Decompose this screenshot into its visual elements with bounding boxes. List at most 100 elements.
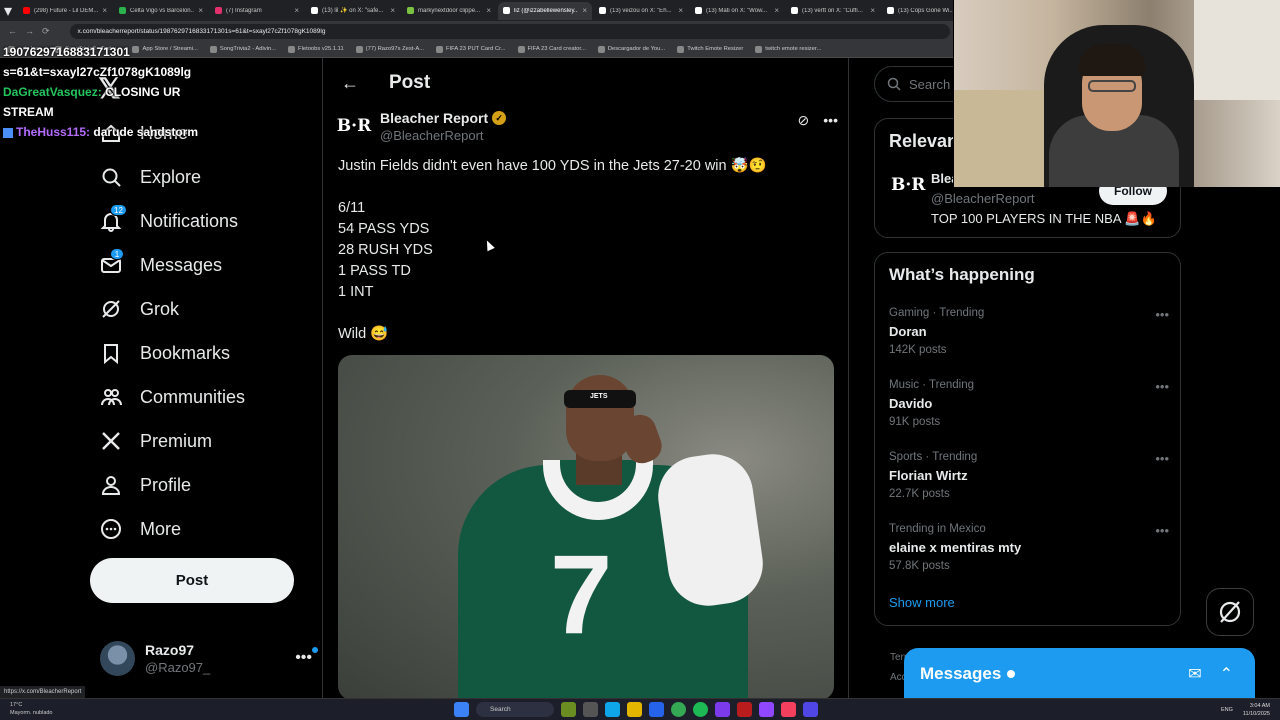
post-image[interactable]: JETS 7 xyxy=(338,355,834,698)
obs-icon[interactable] xyxy=(803,702,818,717)
trend-item[interactable]: Trending in Mexico elaine x mentiras mty 5… xyxy=(889,523,1169,572)
author-name-row[interactable]: Bleacher Report ✓ xyxy=(380,110,507,126)
url-input[interactable]: x.com/bleacherreport/status/198762971683… xyxy=(69,23,950,39)
tab-close-icon[interactable]: × xyxy=(294,6,299,15)
bookmark-item[interactable]: Descargador de You... xyxy=(597,45,665,53)
store-icon[interactable] xyxy=(649,702,664,717)
nav-item-communities[interactable]: Communities xyxy=(100,379,245,415)
edge-icon[interactable] xyxy=(605,702,620,717)
tab-close-icon[interactable]: × xyxy=(198,6,203,15)
nav-item-explore[interactable]: Explore xyxy=(100,159,201,195)
bookmark-item[interactable]: Fletoobs v25.1.11 xyxy=(288,45,344,53)
nav-item-bookmarks[interactable]: Bookmarks xyxy=(100,335,230,371)
expand-drawer-icon[interactable]: ⌃ xyxy=(1220,664,1233,684)
bookmark-item[interactable]: Twitch Emote Resizer xyxy=(677,45,743,53)
tab-close-icon[interactable]: × xyxy=(390,6,395,15)
post-button[interactable]: Post xyxy=(90,558,294,603)
browser-tab[interactable]: (13) veizou on X: "Eh... × xyxy=(594,2,688,20)
spotify-icon[interactable] xyxy=(693,702,708,717)
browser-tab[interactable]: (13) vertt on X: "Cuffi... × xyxy=(786,2,880,20)
language-indicator[interactable]: ENG xyxy=(1221,706,1233,714)
webcam-hair xyxy=(1078,44,1146,76)
trend-item[interactable]: Sports · Trending Florian Wirtz 22.7K post… xyxy=(889,451,1169,500)
tab-close-icon[interactable]: × xyxy=(678,6,683,15)
author-avatar[interactable]: B·R xyxy=(337,110,371,142)
account-name: Razo97 xyxy=(145,641,195,658)
bookmark-item[interactable]: FIFA 23 PUT Card Cr... xyxy=(436,45,506,53)
bookmark-favicon-icon xyxy=(355,45,363,53)
bookmark-item[interactable]: twitch emote resizer... xyxy=(755,45,821,53)
system-tray[interactable]: ENG 3:04 AM 11/10/2025 xyxy=(1221,702,1270,718)
browser-tab[interactable]: (13) Mati on X: "Wow... × xyxy=(690,2,784,20)
tab-list-menu[interactable]: ▾ xyxy=(4,1,12,21)
tab-close-icon[interactable]: × xyxy=(870,6,875,15)
tab-favicon-icon xyxy=(695,7,703,14)
weather-widget[interactable]: 17°C Mayorm. nublado xyxy=(10,701,53,717)
browser-tab[interactable]: Celta Vigo vs Barcelon... × xyxy=(114,2,208,20)
bookmark-label: FIFA 23 PUT Card Cr... xyxy=(446,46,506,52)
show-more-link[interactable]: Show more xyxy=(889,595,955,610)
post-text-line xyxy=(338,177,838,198)
twitch-icon[interactable] xyxy=(759,702,774,717)
chrome-icon[interactable] xyxy=(671,702,686,717)
nav-item-premium[interactable]: Premium xyxy=(100,423,212,459)
messages-drawer[interactable]: Messages ✉ ⌃ xyxy=(904,648,1255,700)
tab-close-icon[interactable]: × xyxy=(582,6,587,15)
tab-label: (13) veizou on X: "Eh... xyxy=(610,7,672,14)
trend-more-icon[interactable]: ••• xyxy=(1155,523,1169,538)
post-more-icon[interactable]: ••• xyxy=(823,112,838,143)
nav-item-grok[interactable]: Grok xyxy=(100,291,179,327)
trend-more-icon[interactable]: ••• xyxy=(1155,451,1169,466)
browser-tab[interactable]: markynextdoor clippe... × xyxy=(402,2,496,20)
trend-item[interactable]: Gaming · Trending Doran 142K posts ••• xyxy=(889,307,1169,356)
browser-tab[interactable]: (298) Future - Lil DEM... × xyxy=(18,2,112,20)
headband-shape: JETS xyxy=(564,390,636,408)
post-text-line: 6/11 xyxy=(338,200,366,216)
trend-post-count: 142K posts xyxy=(889,344,947,356)
grok-explain-icon[interactable]: ⊘ xyxy=(798,112,810,143)
browser-tab[interactable]: liz (@izzabellewensley... × xyxy=(498,1,593,20)
bookmark-item[interactable]: FIFA 23 Card creator... xyxy=(517,45,586,53)
tab-close-icon[interactable]: × xyxy=(486,6,491,15)
trend-item[interactable]: Music · Trending Davido 91K posts ••• xyxy=(889,379,1169,428)
new-message-icon[interactable]: ✉ xyxy=(1188,664,1201,684)
tab-label: (298) Future - Lil DEM... xyxy=(34,7,99,14)
author-handle[interactable]: @BleacherReport xyxy=(380,128,506,143)
discord-icon[interactable] xyxy=(715,702,730,717)
app-icon[interactable] xyxy=(737,702,752,717)
chat-message: DaGreatVasquez: CLOSING UR STREAM xyxy=(3,82,203,122)
trend-more-icon[interactable]: ••• xyxy=(1155,307,1169,322)
tab-close-icon[interactable]: × xyxy=(774,6,779,15)
file-explorer-icon[interactable] xyxy=(627,702,642,717)
back-nav-icon[interactable]: ← xyxy=(8,26,17,36)
grok-floating-button[interactable] xyxy=(1206,588,1254,636)
relevant-avatar[interactable]: B·R xyxy=(891,175,925,195)
taskbar-search[interactable]: Search xyxy=(476,702,554,717)
browser-tab[interactable]: (13) lil ✨ on X: "safe... × xyxy=(306,2,400,20)
trend-name: Doran xyxy=(889,324,927,339)
start-icon[interactable] xyxy=(454,702,469,717)
nav-item-more[interactable]: More xyxy=(100,511,181,547)
relevant-handle[interactable]: @BleacherReport xyxy=(931,191,1035,206)
browser-tab[interactable]: (7) Instagram × xyxy=(210,2,304,20)
nav-item-label: Notifications xyxy=(140,210,239,231)
music-icon[interactable] xyxy=(781,702,796,717)
trend-more-icon[interactable]: ••• xyxy=(1155,379,1169,394)
nav-item-profile[interactable]: Profile xyxy=(100,467,191,503)
nav-item-messages[interactable]: 1 Messages xyxy=(100,247,222,283)
tab-close-icon[interactable]: × xyxy=(102,6,107,15)
head-shape xyxy=(566,375,634,461)
widgets-icon[interactable] xyxy=(561,702,576,717)
bookmark-label: Fletoobs v25.1.11 xyxy=(298,46,344,52)
bookmark-item[interactable]: (77) Razo97s Zest-A... xyxy=(355,45,424,53)
account-more-icon[interactable]: ••• xyxy=(295,647,318,667)
bookmark-item[interactable]: SongTrivia2 - Adivin... xyxy=(209,45,276,53)
weather-temp: 17°C xyxy=(10,702,23,708)
task-view-icon[interactable] xyxy=(583,702,598,717)
account-switcher[interactable]: Razo97 @Razo97_ ••• xyxy=(100,638,318,678)
back-arrow-icon[interactable]: ← xyxy=(341,73,359,94)
nav-item-notifications[interactable]: 12 Notifications xyxy=(100,203,238,239)
tab-favicon-icon xyxy=(791,7,799,14)
reload-icon[interactable]: ⟳ xyxy=(42,26,50,37)
forward-nav-icon[interactable]: → xyxy=(25,26,34,36)
